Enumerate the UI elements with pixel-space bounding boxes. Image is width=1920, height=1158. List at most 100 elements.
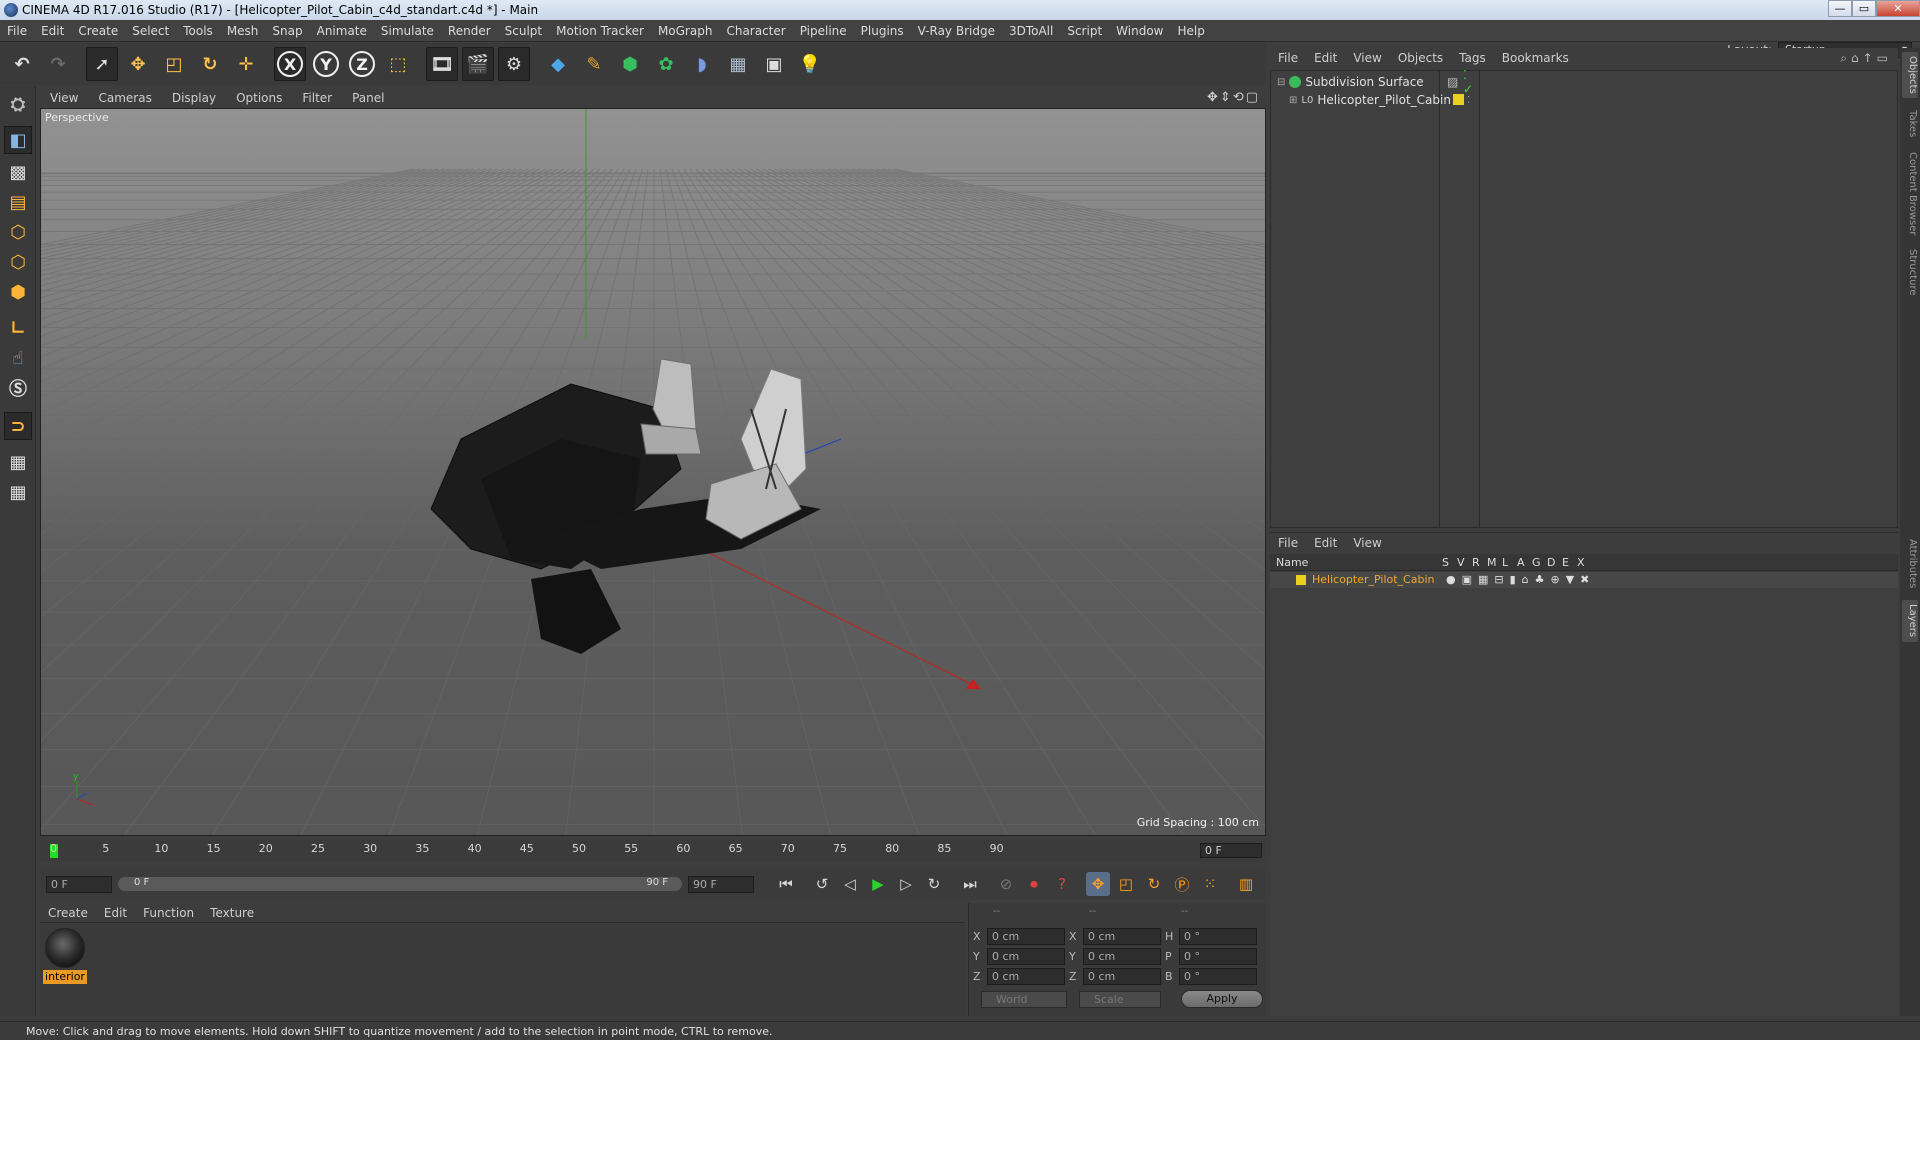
column-m[interactable]: M	[1487, 556, 1497, 569]
tab-layers[interactable]: Layers	[1902, 600, 1918, 642]
viewport-menu-panel[interactable]: Panel	[342, 91, 394, 105]
menu-mograph[interactable]: MoGraph	[651, 24, 720, 38]
key-scale-icon[interactable]: ◰	[1114, 872, 1138, 896]
model-mode-icon[interactable]: ◧	[4, 126, 32, 154]
tab-structure[interactable]: Structure	[1902, 244, 1918, 300]
live-move-icon[interactable]: ✛	[230, 47, 262, 81]
layer-color-swatch[interactable]	[1453, 94, 1464, 105]
layers-menu-view[interactable]: View	[1345, 536, 1389, 550]
undo-icon[interactable]: ↶	[6, 47, 38, 81]
layer-color-swatch[interactable]	[1296, 575, 1306, 585]
material-swatch[interactable]: interior	[43, 928, 87, 984]
objects-menu-bookmarks[interactable]: Bookmarks	[1494, 51, 1577, 65]
size-x-field[interactable]: 0 cm	[1083, 927, 1161, 945]
subdivision-generator-icon[interactable]: ⬢	[614, 47, 646, 81]
menu-snap[interactable]: Snap	[265, 24, 309, 38]
menu-edit[interactable]: Edit	[34, 24, 71, 38]
select-arrow-icon[interactable]: ➚	[86, 47, 118, 81]
key-position-icon[interactable]: ✥	[1086, 872, 1110, 896]
viewport-menu-view[interactable]: View	[40, 91, 88, 105]
cube-primitive-icon[interactable]: ◆	[542, 47, 574, 81]
position-z-field[interactable]: 0 cm	[987, 967, 1065, 985]
menu-mesh[interactable]: Mesh	[220, 24, 266, 38]
redo-icon[interactable]: ↷	[42, 47, 74, 81]
layer-flag-icons[interactable]: ●▣▦⊟▮⌂♣⊕▼✖	[1446, 573, 1595, 586]
scale-dropdown[interactable]: Scale	[1079, 991, 1161, 1008]
scale-tool-icon[interactable]: ◰	[158, 47, 190, 81]
next-key-icon[interactable]: ↻	[922, 872, 946, 896]
make-editable-icon[interactable]: ⛭	[4, 90, 32, 118]
record-keys-disabled-icon[interactable]: ⊘	[994, 872, 1018, 896]
current-frame-field[interactable]: 0 F	[1200, 843, 1262, 858]
grid-lock-icon[interactable]: ▦	[4, 448, 32, 476]
menu-create[interactable]: Create	[71, 24, 125, 38]
close-button[interactable]: ✕	[1876, 0, 1920, 17]
menu-motion-tracker[interactable]: Motion Tracker	[549, 24, 651, 38]
menu-tools[interactable]: Tools	[176, 24, 220, 38]
menu-script[interactable]: Script	[1060, 24, 1109, 38]
column-s[interactable]: S	[1442, 556, 1449, 569]
move-tool-icon[interactable]: ✥	[122, 47, 154, 81]
menu-select[interactable]: Select	[125, 24, 176, 38]
polygons-mode-icon[interactable]: ⬢	[4, 278, 32, 306]
viewport-menu-filter[interactable]: Filter	[292, 91, 342, 105]
texture-mode-icon[interactable]: ▩	[4, 158, 32, 186]
visibility-dots-icon[interactable]: ⁚	[1467, 95, 1470, 106]
start-frame-field[interactable]: 0 F	[46, 875, 112, 893]
column-a[interactable]: A	[1517, 556, 1525, 569]
workplane-mode-icon[interactable]: ▤	[4, 188, 32, 216]
column-e[interactable]: E	[1562, 556, 1569, 569]
menu-3dtoall[interactable]: 3DToAll	[1002, 24, 1060, 38]
x-axis-lock-button[interactable]: X	[274, 47, 306, 81]
spline-pen-icon[interactable]: ✎	[578, 47, 610, 81]
tab-content-browser[interactable]: Content Browser	[1902, 148, 1918, 240]
menu-render[interactable]: Render	[441, 24, 498, 38]
position-x-field[interactable]: 0 cm	[987, 927, 1065, 945]
material-menu-function[interactable]: Function	[135, 906, 202, 920]
rotation-b-field[interactable]: 0 °	[1179, 967, 1257, 985]
menu-simulate[interactable]: Simulate	[374, 24, 441, 38]
column-r[interactable]: R	[1472, 556, 1480, 569]
rotate-tool-icon[interactable]: ↻	[194, 47, 226, 81]
material-menu-texture[interactable]: Texture	[202, 906, 262, 920]
tab-objects[interactable]: Objects	[1902, 52, 1918, 98]
deformer-icon[interactable]: ◗	[686, 47, 718, 81]
step-forward-icon[interactable]: ▷	[894, 872, 918, 896]
object-row-helicopter-pilot-cabin[interactable]: ⊞ L0 Helicopter_Pilot_Cabin ⁚	[1289, 91, 1470, 109]
cloner-icon[interactable]: ✿	[650, 47, 682, 81]
layer-row[interactable]: Helicopter_Pilot_Cabin ●▣▦⊟▮⌂♣⊕▼✖	[1270, 572, 1898, 588]
viewport-navigation-icons[interactable]: ✥⇕⟲▢	[1207, 90, 1260, 105]
objects-menu-tags[interactable]: Tags	[1451, 51, 1494, 65]
go-to-end-icon[interactable]: ⏭	[958, 872, 982, 896]
camera-icon[interactable]: ▣	[758, 47, 790, 81]
grid-solo-icon[interactable]: ▦	[4, 478, 32, 506]
z-axis-lock-button[interactable]: Z	[346, 47, 378, 81]
column-x[interactable]: X	[1577, 556, 1585, 569]
go-to-start-icon[interactable]: ⏮	[774, 872, 798, 896]
viewport-menu-cameras[interactable]: Cameras	[88, 91, 161, 105]
helicopter-pilot-cabin-model[interactable]	[430, 358, 821, 654]
tab-takes[interactable]: Takes	[1902, 104, 1918, 144]
axis-mode-icon[interactable]: ∟	[4, 314, 32, 342]
render-picture-viewer-icon[interactable]: 🎬	[462, 47, 494, 81]
menu-animate[interactable]: Animate	[310, 24, 374, 38]
rotation-p-field[interactable]: 0 °	[1179, 947, 1257, 965]
layers-menu-edit[interactable]: Edit	[1306, 536, 1345, 550]
key-pla-icon[interactable]: ⁙	[1198, 872, 1222, 896]
floor-scene-icon[interactable]: ▦	[722, 47, 754, 81]
play-icon[interactable]: ▶	[866, 872, 890, 896]
maximize-button[interactable]: ▭	[1852, 0, 1876, 17]
magnet-icon[interactable]: ⊃	[4, 412, 32, 440]
end-frame-field[interactable]: 90 F	[688, 875, 754, 893]
menu-vray-bridge[interactable]: V-Ray Bridge	[911, 24, 1002, 38]
menu-pipeline[interactable]: Pipeline	[793, 24, 854, 38]
preview-range-slider[interactable]: 0 F 90 F	[118, 877, 682, 891]
column-g[interactable]: G	[1532, 556, 1541, 569]
material-menu-create[interactable]: Create	[40, 906, 96, 920]
points-mode-icon[interactable]: ⬡	[4, 218, 32, 246]
objects-menu-edit[interactable]: Edit	[1306, 51, 1345, 65]
world-dropdown[interactable]: World	[981, 991, 1067, 1008]
objects-menu-objects[interactable]: Objects	[1390, 51, 1451, 65]
enabled-check-icon[interactable]: ⁚✓	[1463, 68, 1473, 96]
light-bulb-icon[interactable]: 💡	[794, 47, 826, 81]
